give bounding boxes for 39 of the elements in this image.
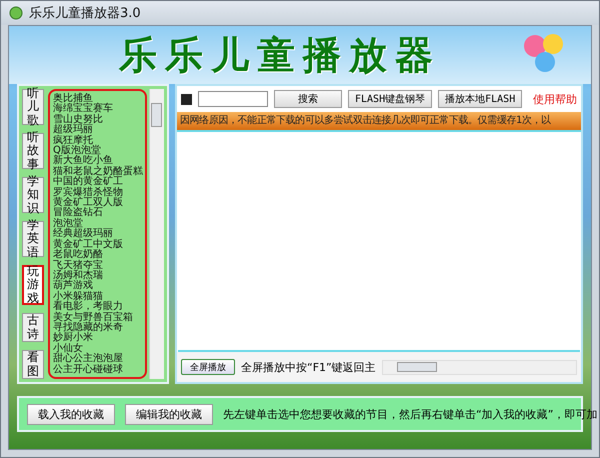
game-list-item[interactable]: 美女与野兽百宝箱 (53, 312, 145, 323)
game-list-item[interactable]: 看电影，考眼力 (53, 302, 145, 313)
toolbar-button[interactable]: FLASH键盘钢琴 (348, 90, 432, 108)
app-icon (9, 6, 23, 20)
logo-icon (181, 94, 192, 104)
horizontal-scrollbar[interactable] (382, 360, 577, 374)
fullscreen-hint: 全屏播放中按“F1”键返回主 (241, 360, 376, 374)
game-list-item[interactable]: 公主开心碰碰球 (53, 364, 145, 375)
game-list-item[interactable]: 飞天猪夺宝 (53, 260, 145, 271)
game-list-item[interactable]: 黄金矿工双人版 (53, 198, 145, 208)
category-tab[interactable]: 看图 (22, 350, 44, 379)
window-title: 乐乐儿童播放器3.0 (29, 5, 141, 22)
category-tab[interactable]: 学知识 (22, 177, 44, 213)
fullscreen-button[interactable]: 全屏播放 (181, 359, 235, 375)
game-list-item[interactable]: 中国的黄金矿工 (53, 177, 145, 188)
game-list-item[interactable]: 海绵宝宝赛车 (53, 104, 145, 115)
search-field[interactable] (198, 91, 268, 107)
category-tab[interactable]: 听儿歌 (22, 89, 44, 125)
game-list-item[interactable]: 甜心公主泡泡屋 (53, 354, 145, 365)
banner-title: 乐乐儿童播放器 (119, 30, 441, 78)
game-list-item[interactable]: 老鼠吃奶酪 (53, 250, 145, 260)
vertical-scrollbar[interactable] (149, 89, 164, 379)
game-list-item[interactable]: 葫芦游戏 (53, 281, 145, 292)
notice-bar: 因网络原因，不能正常下载的可以多尝试双击连接几次即可正常下载。仅需缓存1次，以 (177, 112, 581, 132)
category-tab[interactable]: 学英语 (22, 221, 44, 257)
game-list-item[interactable]: 超级玛丽 (53, 125, 145, 136)
favorites-button[interactable]: 编辑我的收藏 (125, 404, 213, 424)
game-list-item[interactable]: 冒险盗钻石 (53, 208, 145, 219)
game-list-item[interactable]: 新大鱼吃小鱼 (53, 156, 145, 167)
category-tab[interactable]: 玩游戏 (22, 265, 44, 305)
favorites-button[interactable]: 载入我的收藏 (27, 404, 115, 424)
favorites-hint: 先左键单击选中您想要收藏的节目，然后再右键单击“加入我的收藏”，即可加 (223, 406, 598, 422)
search-button[interactable]: 搜索 (274, 90, 342, 108)
help-link[interactable]: 使用帮助 (533, 92, 577, 106)
game-list-item[interactable]: 经典超级玛丽 (53, 229, 145, 240)
game-list-item[interactable]: 妙厨小米 (53, 333, 145, 344)
category-tab[interactable]: 古诗 (22, 313, 44, 342)
toolbar-button[interactable]: 播放本地FLASH (438, 90, 522, 108)
category-tab[interactable]: 听故事 (22, 133, 44, 169)
